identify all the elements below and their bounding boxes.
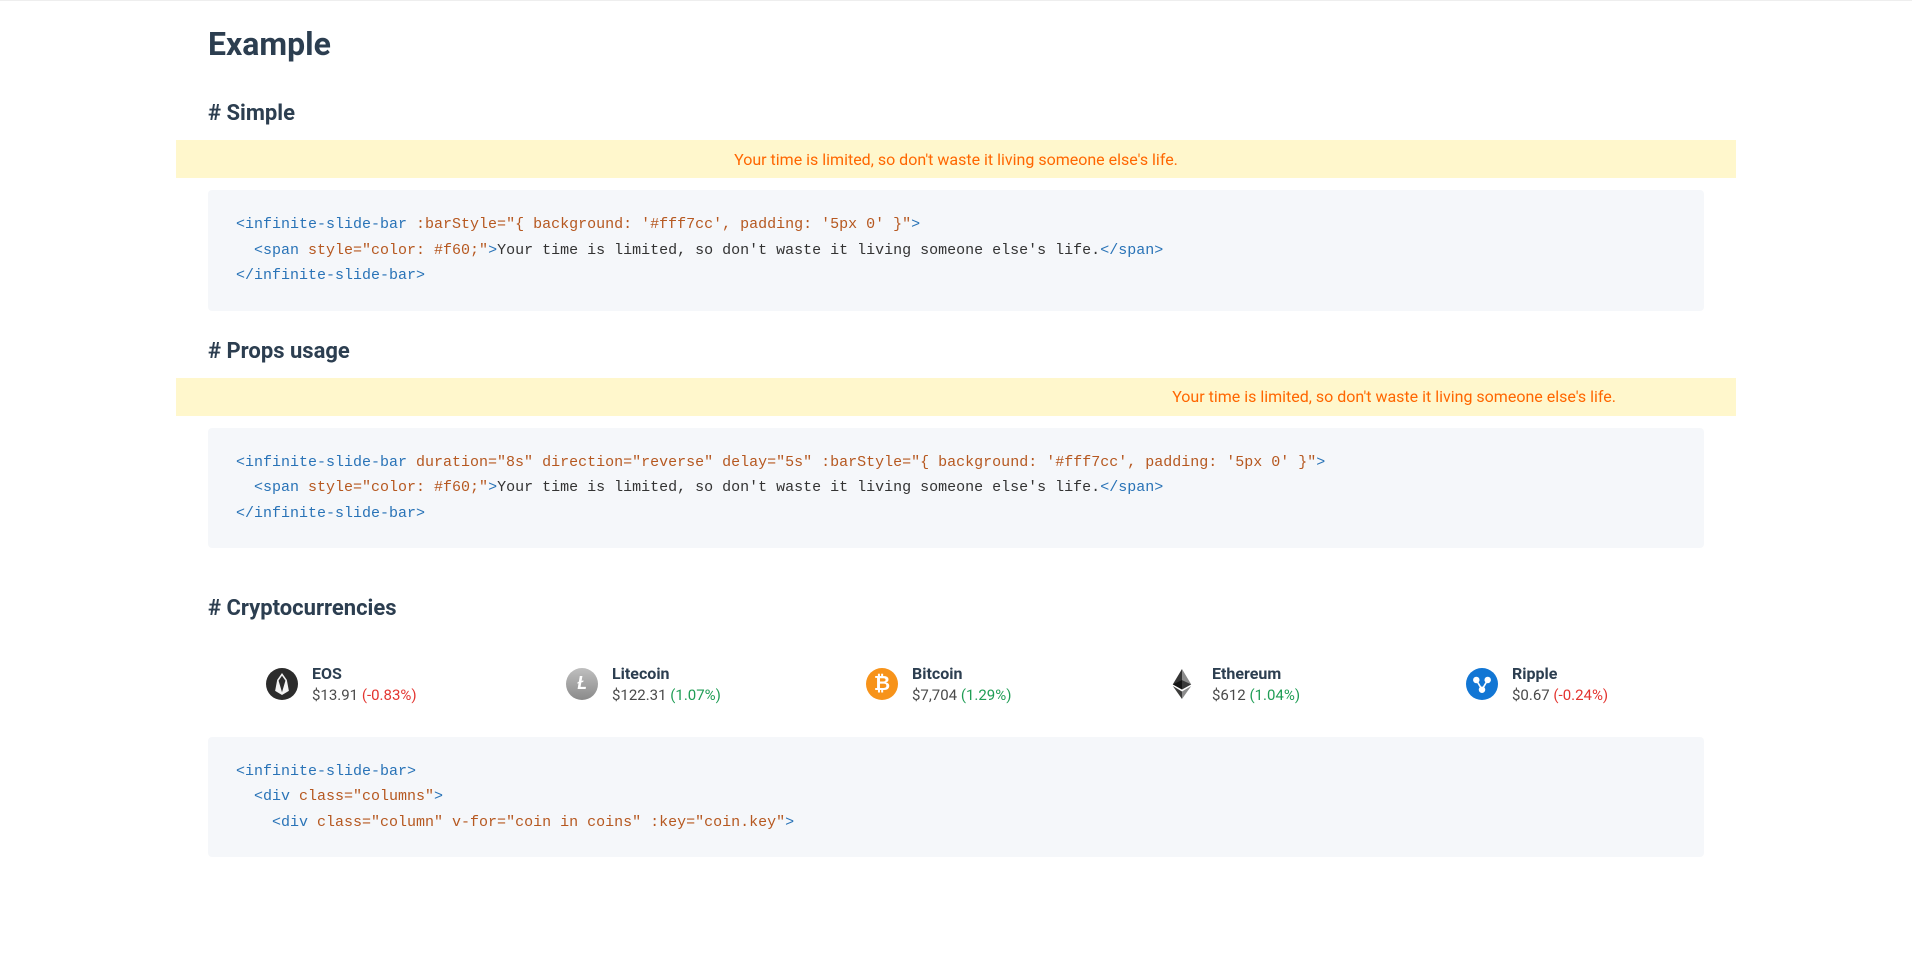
code-text: "8s" [497,454,533,471]
code-text: "{ background: '#fff7cc', padding: '5px … [911,454,1316,471]
code-text: "color: #f60;" [362,479,488,496]
coin-priceline: $0.67 (-0.24%) [1512,685,1608,705]
coin-price: $0.67 [1512,686,1550,704]
code-block-crypto: <infinite-slide-bar> <div class="columns… [208,737,1704,858]
code-text: Your time is limited, so don't waste it … [497,242,1100,259]
coin-change: (1.07%) [670,686,721,704]
code-text: <infinite-slide-bar [236,454,407,471]
code-text: </infinite-slide-bar> [236,267,425,284]
code-text: <span [236,242,299,259]
code-text: > [488,242,497,259]
code-text: </span> [1100,242,1163,259]
coin-name: Litecoin [612,663,721,685]
code-text: :barStyle= [407,216,506,233]
section-props-heading: # Props usage [176,311,1736,378]
code-text: delay= [713,454,776,471]
coin-ltc: Ł Litecoin$122.31 (1.07%) [566,663,746,705]
coin-eth: Ethereum$612 (1.04%) [1166,663,1346,705]
coin-name: Ripple [1512,663,1608,685]
coin-eos: EOS$13.91 (-0.83%) [266,663,446,705]
coin-name: Ethereum [1212,663,1300,685]
code-text: direction= [533,454,632,471]
code-text: > [1316,454,1325,471]
coin-change: (1.04%) [1249,686,1300,704]
page-title: Example [176,1,1736,73]
coin-info: EOS$13.91 (-0.83%) [312,663,417,705]
code-text: :barStyle= [812,454,911,471]
code-block-simple: <infinite-slide-bar :barStyle="{ backgro… [208,190,1704,311]
coin-price: $122.31 [612,686,667,704]
coin-change: (-0.24%) [1553,686,1608,704]
btc-icon: ₿ [866,668,898,700]
coin-info: Litecoin$122.31 (1.07%) [612,663,721,705]
code-text: "color: #f60;" [362,242,488,259]
eos-icon [266,668,298,700]
coin-info: Ethereum$612 (1.04%) [1212,663,1300,705]
slide-bar-props: Your time is limited, so don't waste it … [176,378,1736,416]
code-text: <div [236,814,308,831]
code-text: style= [299,242,362,259]
code-text: </span> [1100,479,1163,496]
code-text: > [488,479,497,496]
code-text: > [911,216,920,233]
code-text: <infinite-slide-bar [236,216,407,233]
slide-bar-simple: Your time is limited, so don't waste it … [176,140,1736,178]
slide-bar-text: Your time is limited, so don't waste it … [734,150,1178,169]
code-text: > [785,814,794,831]
code-text: "5s" [776,454,812,471]
code-text: </infinite-slide-bar> [236,505,425,522]
coin-name: Bitcoin [912,663,1011,685]
coin-name: EOS [312,663,417,685]
coin-priceline: $122.31 (1.07%) [612,685,721,705]
code-text: <infinite-slide-bar> [236,763,416,780]
coin-price: $13.91 [312,686,358,704]
coin-btc: ₿ Bitcoin$7,704 (1.29%) [866,663,1046,705]
eth-icon [1166,668,1198,700]
code-text: class= [308,814,371,831]
code-text: "coin.key" [695,814,785,831]
coin-priceline: $612 (1.04%) [1212,685,1300,705]
coin-priceline: $7,704 (1.29%) [912,685,1011,705]
xrp-icon [1466,668,1498,700]
code-text: "coin in coins" [506,814,641,831]
code-block-props: <infinite-slide-bar duration="8s" direct… [208,428,1704,549]
coin-priceline: $13.91 (-0.83%) [312,685,417,705]
crypto-ticker-row: EOS$13.91 (-0.83%) Ł Litecoin$122.31 (1.07… [176,635,1736,725]
code-text: :key= [641,814,695,831]
coin-xrp: Ripple$0.67 (-0.24%) [1466,663,1646,705]
section-simple-heading: # Simple [176,73,1736,140]
coin-info: Ripple$0.67 (-0.24%) [1512,663,1608,705]
code-text: duration= [407,454,497,471]
code-text: "reverse" [632,454,713,471]
coin-change: (1.29%) [961,686,1012,704]
coin-change: (-0.83%) [362,686,417,704]
code-text: <div [236,788,290,805]
section-crypto-heading: # Cryptocurrencies [176,548,1736,635]
code-text: "columns" [353,788,434,805]
page-container: Example # Simple Your time is limited, s… [176,1,1736,897]
code-text: style= [299,479,362,496]
coin-info: Bitcoin$7,704 (1.29%) [912,663,1011,705]
code-text: "{ background: '#fff7cc', padding: '5px … [506,216,911,233]
code-text: Your time is limited, so don't waste it … [497,479,1100,496]
slide-bar-text: Your time is limited, so don't waste it … [1172,387,1616,406]
ltc-icon: Ł [566,668,598,700]
code-text: "column" [371,814,443,831]
coin-price: $7,704 [912,686,957,704]
code-text: <span [236,479,299,496]
code-text: class= [290,788,353,805]
code-text: > [434,788,443,805]
coin-price: $612 [1212,686,1246,704]
code-text: v-for= [443,814,506,831]
